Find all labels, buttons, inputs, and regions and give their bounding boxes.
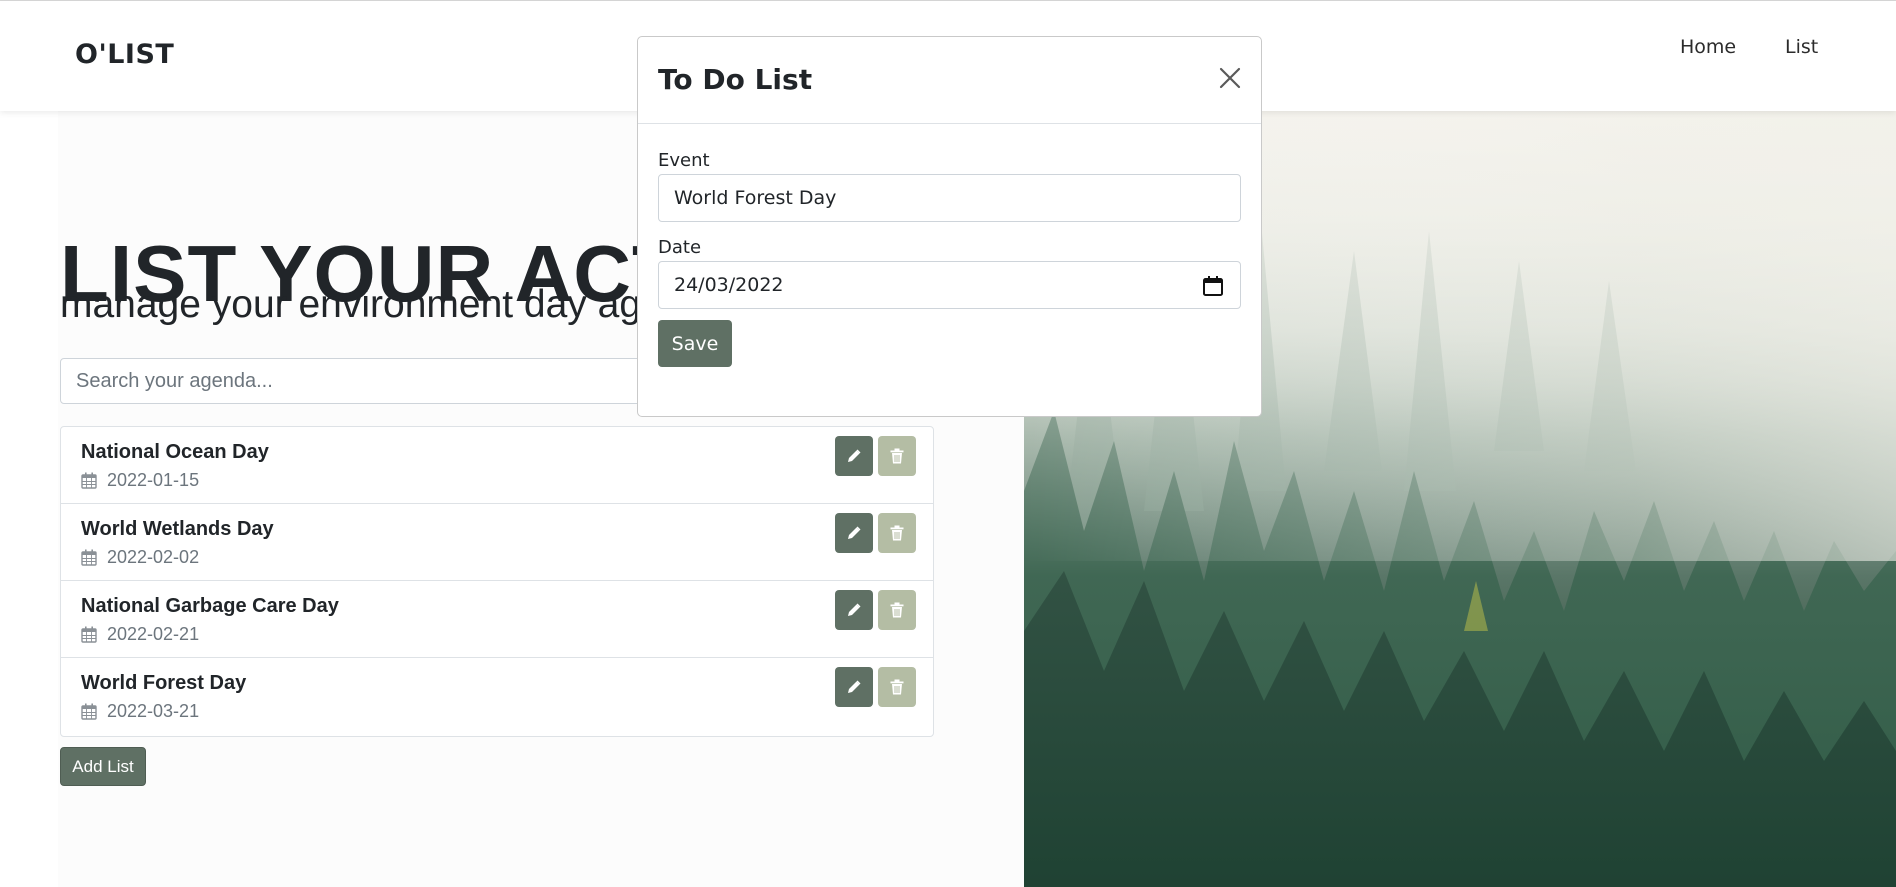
todo-modal: To Do List Event Date 24/03/2022 Save (637, 36, 1262, 417)
list-item: National Garbage Care Day 2022-02-21 (61, 581, 933, 658)
brand-logo[interactable]: O'LIST (75, 39, 174, 70)
item-date: 2022-03-21 (107, 700, 200, 721)
edit-button[interactable] (835, 436, 873, 476)
trash-icon (890, 602, 904, 618)
calendar-icon (81, 472, 97, 489)
nav-link-list[interactable]: List (1785, 36, 1818, 58)
pencil-icon (848, 680, 861, 693)
pencil-icon (848, 603, 861, 616)
edit-button[interactable] (835, 667, 873, 707)
date-field[interactable]: 24/03/2022 (658, 261, 1241, 309)
close-icon (1219, 67, 1241, 89)
add-list-button[interactable]: Add List (60, 747, 146, 786)
close-button[interactable] (1216, 64, 1244, 92)
delete-button[interactable] (878, 667, 916, 707)
item-date: 2022-02-02 (107, 546, 200, 567)
delete-button[interactable] (878, 513, 916, 553)
nav-link-home[interactable]: Home (1680, 36, 1736, 58)
item-title: National Ocean Day (81, 441, 269, 463)
pencil-icon (848, 449, 861, 462)
item-date-row: 2022-02-02 (81, 547, 199, 567)
item-date-row: 2022-02-21 (81, 624, 199, 644)
item-date: 2022-02-21 (107, 623, 200, 644)
hero-subtitle: manage your environment day agenda (60, 283, 728, 326)
event-field[interactable] (658, 174, 1241, 222)
list-item: World Wetlands Day 2022-02-02 (61, 504, 933, 581)
date-label: Date (658, 237, 702, 258)
edit-button[interactable] (835, 590, 873, 630)
item-title: National Garbage Care Day (81, 595, 339, 617)
calendar-icon (81, 626, 97, 643)
modal-header: To Do List (638, 37, 1261, 124)
calendar-icon (81, 703, 97, 720)
edit-button[interactable] (835, 513, 873, 553)
item-date: 2022-01-15 (107, 469, 200, 490)
date-value: 24/03/2022 (674, 274, 784, 296)
item-title: World Wetlands Day (81, 518, 274, 540)
item-title: World Forest Day (81, 672, 247, 694)
calendar-picker-icon[interactable] (1202, 275, 1224, 297)
trash-icon (890, 448, 904, 464)
list-item: World Forest Day 2022-03-21 (61, 658, 933, 736)
save-button[interactable]: Save (658, 320, 732, 367)
delete-button[interactable] (878, 436, 916, 476)
list-item: National Ocean Day 2022-01-15 (61, 427, 933, 504)
trash-icon (890, 679, 904, 695)
item-date-row: 2022-01-15 (81, 470, 199, 490)
agenda-list: National Ocean Day 2022-01-15 World Wetl… (60, 426, 934, 737)
event-label: Event (658, 150, 710, 171)
delete-button[interactable] (878, 590, 916, 630)
calendar-icon (81, 549, 97, 566)
trash-icon (890, 525, 904, 541)
modal-title: To Do List (658, 63, 813, 96)
item-date-row: 2022-03-21 (81, 701, 199, 721)
pencil-icon (848, 526, 861, 539)
